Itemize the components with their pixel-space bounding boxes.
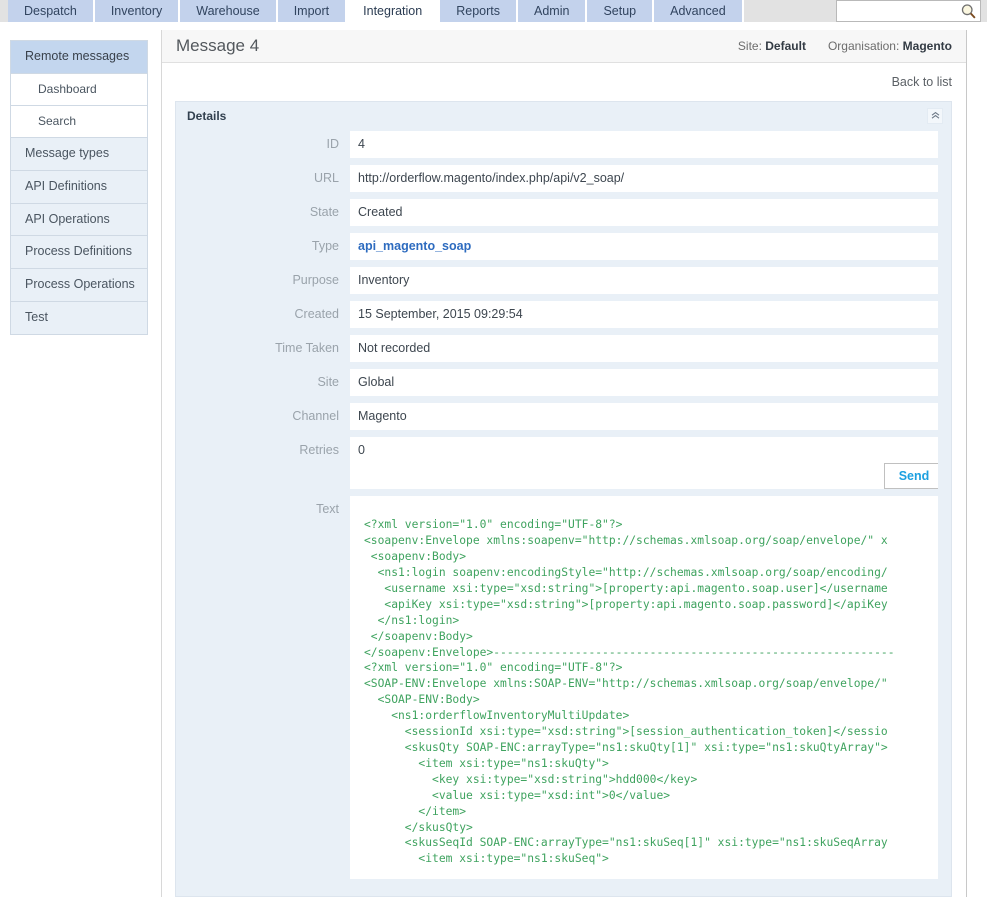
nav-tab-reports[interactable]: Reports	[440, 0, 518, 22]
field-value-url[interactable]: http://orderflow.magento/index.php/api/v…	[350, 165, 938, 192]
field-label-url: URL	[176, 165, 350, 192]
retries-value: 0	[358, 443, 365, 457]
sidebar-item-api-definitions[interactable]: API Definitions	[11, 171, 147, 204]
main-content: Message 4 Site: Default Organisation: Ma…	[161, 30, 967, 897]
field-label-created: Created	[176, 301, 350, 328]
global-search[interactable]	[836, 0, 981, 22]
details-fields: ID4URLhttp://orderflow.magento/index.php…	[176, 131, 951, 430]
field-row-url: URLhttp://orderflow.magento/index.php/ap…	[176, 165, 951, 192]
nav-tab-admin[interactable]: Admin	[518, 0, 587, 22]
nav-tab-warehouse[interactable]: Warehouse	[180, 0, 277, 22]
top-navigation-bar: DespatchInventoryWarehouseImportIntegrat…	[0, 0, 987, 22]
field-label-id: ID	[176, 131, 350, 158]
page-header: Message 4 Site: Default Organisation: Ma…	[162, 30, 966, 63]
nav-left-spacer	[0, 0, 8, 22]
site-value: Default	[765, 39, 806, 53]
field-value-type[interactable]: api_magento_soap	[350, 233, 938, 260]
field-label-purpose: Purpose	[176, 267, 350, 294]
search-input[interactable]	[837, 1, 980, 21]
nav-tab-advanced[interactable]: Advanced	[654, 0, 744, 22]
field-value-time-taken[interactable]: Not recorded	[350, 335, 938, 362]
field-label-time-taken: Time Taken	[176, 335, 350, 362]
field-value-id[interactable]: 4	[350, 131, 938, 158]
sidebar-item-dashboard[interactable]: Dashboard	[11, 74, 147, 106]
site-info: Site: Default	[738, 39, 806, 53]
field-label-channel: Channel	[176, 403, 350, 430]
nav-tabs: DespatchInventoryWarehouseImportIntegrat…	[8, 0, 744, 22]
sidebar-items: Remote messagesDashboardSearchMessage ty…	[11, 41, 147, 334]
sidebar-item-remote-messages[interactable]: Remote messages	[11, 41, 147, 74]
field-row-type: Typeapi_magento_soap	[176, 233, 951, 260]
field-label-state: State	[176, 199, 350, 226]
sidebar-item-process-operations[interactable]: Process Operations	[11, 269, 147, 302]
organisation-label: Organisation:	[828, 39, 899, 53]
field-row-text: Text <?xml version="1.0" encoding="UTF-8…	[176, 496, 951, 879]
sidebar: Remote messagesDashboardSearchMessage ty…	[10, 40, 148, 335]
field-row-purpose: PurposeInventory	[176, 267, 951, 294]
field-row-state: StateCreated	[176, 199, 951, 226]
field-value-site[interactable]: Global	[350, 369, 938, 396]
field-value-retries[interactable]: 0 Send	[350, 437, 938, 489]
nav-tab-despatch[interactable]: Despatch	[8, 0, 95, 22]
nav-tab-setup[interactable]: Setup	[587, 0, 654, 22]
back-to-list-link[interactable]: Back to list	[892, 75, 952, 89]
field-label-type: Type	[176, 233, 350, 260]
sidebar-item-api-operations[interactable]: API Operations	[11, 204, 147, 237]
site-label: Site:	[738, 39, 762, 53]
details-panel-body: ID4URLhttp://orderflow.magento/index.php…	[176, 129, 951, 896]
nav-tab-integration[interactable]: Integration	[347, 0, 440, 22]
sidebar-item-search[interactable]: Search	[11, 106, 147, 138]
message-text-content: <?xml version="1.0" encoding="UTF-8"?> <…	[350, 517, 938, 867]
field-row-time-taken: Time TakenNot recorded	[176, 335, 951, 362]
nav-gap	[744, 0, 836, 22]
nav-tab-inventory[interactable]: Inventory	[95, 0, 180, 22]
page-title: Message 4	[176, 36, 259, 56]
details-panel-header: Details	[176, 102, 951, 129]
field-label-retries: Retries	[176, 437, 350, 464]
context-info: Site: Default Organisation: Magento	[738, 39, 952, 53]
field-row-retries: Retries 0 Send	[176, 437, 951, 489]
chevron-up-icon[interactable]	[927, 108, 943, 124]
nav-tab-import[interactable]: Import	[278, 0, 347, 22]
field-row-created: Created15 September, 2015 09:29:54	[176, 301, 951, 328]
details-panel: Details ID4URLhttp://orderflow.magento/i…	[175, 101, 952, 897]
field-value-text[interactable]: <?xml version="1.0" encoding="UTF-8"?> <…	[350, 496, 938, 879]
field-label-text: Text	[176, 496, 350, 523]
organisation-value: Magento	[903, 39, 952, 53]
field-value-state[interactable]: Created	[350, 199, 938, 226]
field-row-id: ID4	[176, 131, 951, 158]
field-label-site: Site	[176, 369, 350, 396]
field-value-channel[interactable]: Magento	[350, 403, 938, 430]
field-row-channel: ChannelMagento	[176, 403, 951, 430]
field-value-created[interactable]: 15 September, 2015 09:29:54	[350, 301, 938, 328]
field-value-purpose[interactable]: Inventory	[350, 267, 938, 294]
field-row-site: SiteGlobal	[176, 369, 951, 396]
sidebar-item-test[interactable]: Test	[11, 302, 147, 334]
details-panel-title: Details	[187, 109, 226, 123]
organisation-info: Organisation: Magento	[828, 39, 952, 53]
send-button[interactable]: Send	[884, 463, 938, 489]
sidebar-item-process-definitions[interactable]: Process Definitions	[11, 236, 147, 269]
action-bar: Back to list	[162, 63, 966, 101]
search-icon[interactable]	[960, 3, 977, 20]
sidebar-item-message-types[interactable]: Message types	[11, 138, 147, 171]
